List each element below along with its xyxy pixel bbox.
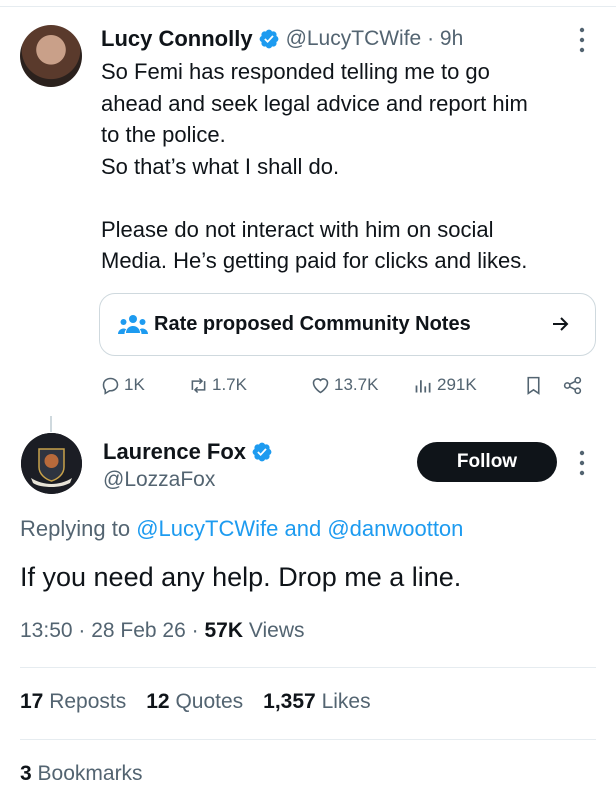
quotes-label: Quotes	[175, 690, 244, 713]
follow-button[interactable]: Follow	[417, 442, 557, 482]
replying-user-link[interactable]: @danwootton	[327, 516, 463, 541]
tweet2-meta: 13:50 · 28 Feb 26 · 57K Views	[20, 619, 304, 643]
like-button[interactable]: 13.7K	[310, 370, 378, 400]
reposts-label: Reposts	[49, 690, 127, 713]
community-notes-label: Rate proposed Community Notes	[154, 313, 471, 335]
divider	[20, 739, 596, 740]
tweet-line: Media. He’s getting paid for clicks and …	[101, 248, 528, 273]
timestamp[interactable]: 13:50 · 28 Feb 26 ·	[20, 619, 199, 642]
repost-icon	[191, 377, 206, 393]
thread-connector	[50, 416, 52, 432]
avatar-laurence[interactable]	[21, 433, 82, 494]
share-icon	[563, 376, 582, 394]
tweet1-actions: 1K 1.7K 13.7K 291K	[100, 370, 590, 400]
replying-user-link[interactable]: @LucyTCWife	[136, 516, 278, 541]
like-count: 13.7K	[334, 375, 379, 394]
top-divider	[0, 6, 616, 7]
arrow-right-icon	[553, 317, 569, 331]
views-count: 291K	[437, 375, 477, 394]
views-icon	[415, 379, 431, 392]
bookmark-icon	[527, 376, 540, 395]
tweet-line: So that’s what I shall do.	[101, 153, 340, 179]
likes-stat[interactable]: 1,357 Likes	[263, 690, 370, 714]
tweet2-author: Laurence Fox	[103, 437, 273, 467]
repost-count: 1.7K	[212, 375, 247, 394]
tweet2-text: If you need any help. Drop me a line.	[20, 562, 462, 592]
verified-badge-icon	[252, 442, 272, 462]
reply-button[interactable]: 1K	[100, 370, 145, 400]
reposts-count: 17	[20, 690, 44, 713]
author-handle[interactable]: @LozzaFox	[103, 468, 215, 492]
engagement-stats: 17 Reposts 12 Quotes 1,357 Likes	[20, 690, 391, 714]
likes-label: Likes	[321, 690, 371, 713]
tweet-line: Please do not interact with him on socia…	[101, 216, 494, 242]
author-name[interactable]: Lucy Connolly	[101, 26, 253, 52]
avatar-crest-image	[21, 433, 82, 494]
more-options-icon[interactable]	[578, 449, 586, 477]
bookmarks-stat[interactable]: 3 Bookmarks	[20, 762, 143, 786]
author-name[interactable]: Laurence Fox	[103, 439, 246, 465]
views-button[interactable]: 291K	[413, 370, 477, 400]
views-count: 57K	[204, 619, 243, 642]
reposts-stat[interactable]: 17 Reposts	[20, 690, 126, 714]
more-options-icon[interactable]	[578, 26, 586, 54]
tweet-line: ahead and seek legal advice and report h…	[101, 90, 528, 116]
quotes-stat[interactable]: 12 Quotes	[146, 690, 243, 714]
views-label: Views	[248, 619, 305, 642]
reply-icon	[102, 377, 119, 395]
replying-and: and	[284, 516, 322, 541]
rate-community-notes-button[interactable]: Rate proposed Community Notes	[99, 293, 596, 356]
share-button[interactable]	[562, 370, 583, 400]
tweet1-text: So Femi has responded telling me to go a…	[101, 56, 571, 277]
quotes-count: 12	[146, 690, 170, 713]
bookmarks-count: 3	[20, 762, 32, 785]
divider	[20, 667, 596, 668]
likes-count: 1,357	[263, 690, 316, 713]
tweet-line: So Femi has responded telling me to go	[101, 59, 490, 84]
bookmark-button[interactable]	[523, 370, 544, 400]
replying-to: Replying to @LucyTCWife and @danwootton	[20, 516, 463, 542]
tweet1-header: Lucy Connolly @LucyTCWife · 9h	[101, 24, 463, 54]
avatar-lucy[interactable]	[20, 25, 82, 87]
like-icon	[312, 377, 329, 393]
community-notes-icon	[118, 314, 148, 334]
replying-prefix: Replying to	[20, 516, 131, 541]
tweet-line: to the police.	[101, 122, 226, 147]
author-handle-time[interactable]: @LucyTCWife · 9h	[286, 27, 464, 51]
verified-badge-icon	[259, 29, 278, 49]
reply-count: 1K	[124, 375, 145, 394]
repost-button[interactable]: 1.7K	[188, 370, 247, 400]
bookmarks-label: Bookmarks	[37, 762, 143, 785]
